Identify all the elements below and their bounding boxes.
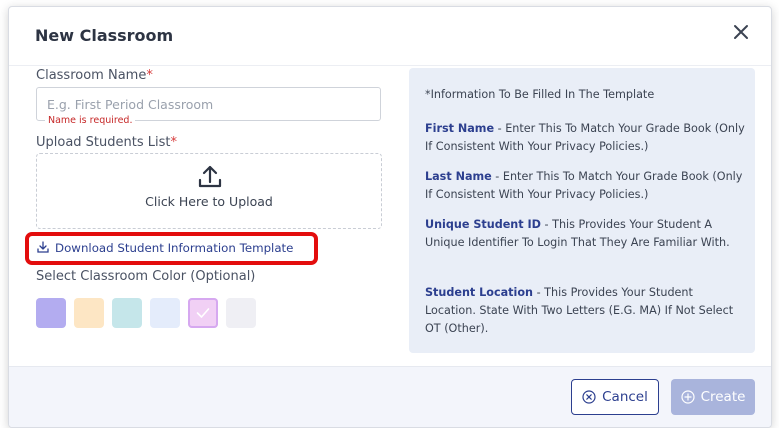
color-swatch-3[interactable] — [112, 298, 142, 328]
classroom-name-label-text: Classroom Name — [36, 68, 147, 83]
cancel-button[interactable]: Cancel — [571, 379, 659, 415]
color-swatch-5[interactable] — [188, 298, 218, 328]
color-swatch-4[interactable] — [150, 298, 180, 328]
info-intro: *Information To Be Filled In The Templat… — [425, 88, 655, 101]
download-icon — [37, 241, 49, 253]
cancel-circle-icon — [582, 390, 596, 404]
info-term: Unique Student ID — [425, 218, 541, 231]
info-item-location: Student Location - This Provides Your St… — [425, 284, 745, 338]
required-mark: * — [146, 68, 153, 83]
info-item-last-name: Last Name - Enter This To Match Your Gra… — [425, 168, 745, 204]
color-swatch-6[interactable] — [226, 298, 256, 328]
download-template-link[interactable]: Download Student Information Template — [37, 241, 293, 255]
info-term: First Name — [425, 122, 495, 135]
create-label: Create — [700, 389, 746, 405]
info-item-first-name: First Name - Enter This To Match Your Gr… — [425, 120, 745, 156]
color-swatch-2[interactable] — [74, 298, 104, 328]
upload-label-text: Upload Students List — [36, 135, 171, 150]
cancel-label: Cancel — [602, 389, 648, 405]
create-button[interactable]: Create — [671, 379, 755, 415]
upload-icon — [198, 165, 222, 188]
required-mark: * — [170, 135, 178, 150]
upload-label: Upload Students List* — [36, 135, 177, 150]
dialog-footer: Cancel Create — [9, 366, 771, 427]
color-label: Select Classroom Color (Optional) — [36, 269, 256, 284]
info-term: Student Location — [425, 286, 534, 299]
classroom-name-error: Name is required. — [45, 115, 136, 126]
new-classroom-dialog: New Classroom Classroom Name* Name is re… — [8, 6, 772, 428]
close-icon[interactable] — [729, 20, 753, 44]
info-item-unique-id: Unique Student ID - This Provides Your S… — [425, 216, 745, 252]
add-circle-icon — [680, 390, 695, 404]
download-link-text: Download Student Information Template — [55, 241, 294, 255]
dialog-title: New Classroom — [35, 26, 174, 45]
classroom-name-label: Classroom Name* — [36, 68, 153, 83]
check-icon — [196, 308, 210, 318]
template-info-panel: *Information To Be Filled In The Templat… — [409, 68, 755, 353]
color-swatch-1[interactable] — [36, 298, 66, 328]
upload-text: Click Here to Upload — [145, 194, 273, 209]
info-term: Last Name — [425, 170, 492, 183]
upload-dropzone[interactable]: Click Here to Upload — [36, 153, 382, 229]
dialog-header: New Classroom — [9, 7, 771, 66]
